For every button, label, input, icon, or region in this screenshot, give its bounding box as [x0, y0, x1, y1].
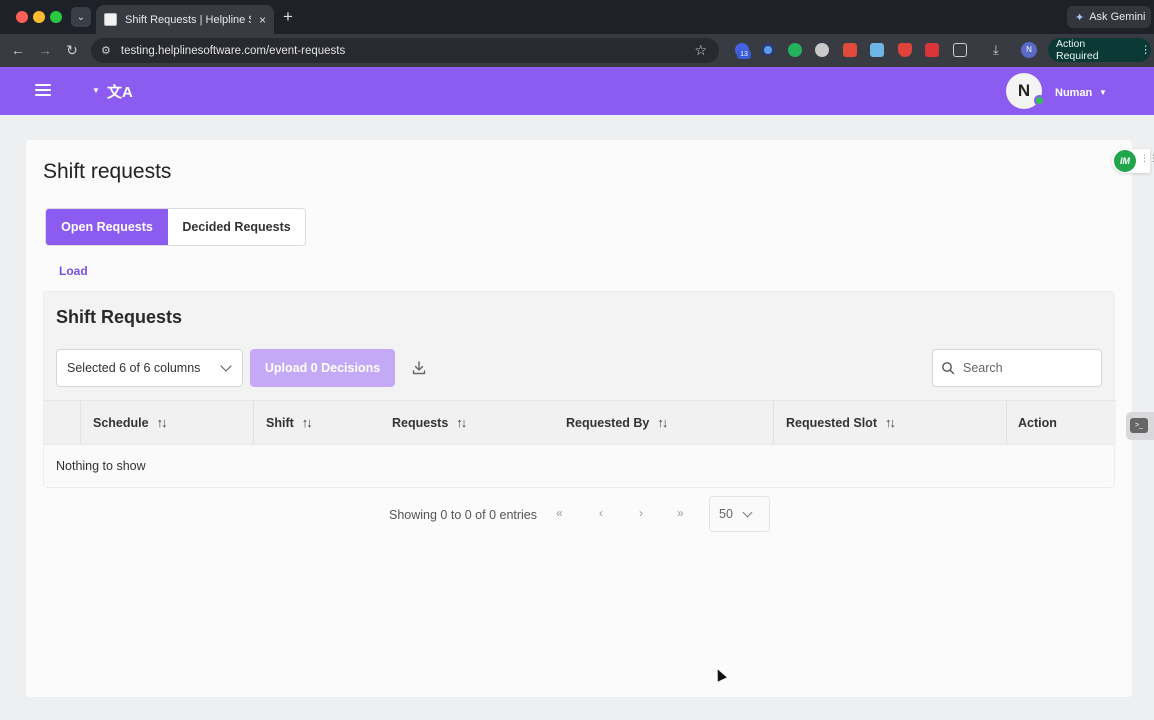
- bookmark-star-icon[interactable]: ☆: [694, 42, 707, 59]
- kebab-menu-icon[interactable]: ⋮: [1141, 44, 1152, 56]
- column-label: Shift: [266, 415, 294, 430]
- column-select-value: Selected 6 of 6 columns: [67, 361, 201, 375]
- extension-icon-5[interactable]: [843, 43, 857, 57]
- im-widget[interactable]: IM ⋮⋮: [1112, 149, 1154, 173]
- chevron-down-icon: [220, 360, 232, 372]
- forward-arrow-icon[interactable]: →: [36, 41, 54, 59]
- next-page-icon[interactable]: ›: [639, 506, 643, 520]
- pagination-info: Showing 0 to 0 of 0 entries: [389, 508, 538, 522]
- sort-icon[interactable]: ↑↓: [157, 415, 168, 430]
- last-page-icon[interactable]: »: [677, 506, 684, 520]
- column-header-requests[interactable]: Requests ↑↓: [392, 401, 467, 444]
- tab-title: Shift Requests | Helpline Soft: [125, 13, 251, 26]
- column-header-requested-by[interactable]: Requested By ↑↓: [566, 401, 668, 444]
- column-label: Schedule: [93, 415, 149, 430]
- column-divider: [253, 401, 254, 444]
- side-tool-button[interactable]: >_: [1126, 412, 1154, 440]
- search-box[interactable]: [932, 349, 1102, 387]
- page-title: Shift requests: [43, 160, 172, 183]
- column-header-schedule[interactable]: Schedule ↑↓: [93, 401, 168, 444]
- app-header: ▼ 文A N Numan ▼: [0, 67, 1154, 115]
- browser-toolbar: ← → ↻ ⚙ testing.helplinesoftware.com/eve…: [0, 34, 1154, 67]
- downloads-icon[interactable]: ⤓: [993, 42, 999, 58]
- extensions-puzzle-icon[interactable]: [953, 43, 967, 57]
- download-icon[interactable]: [410, 359, 428, 377]
- action-required-label: Action Required: [1056, 38, 1099, 62]
- column-label: Requested By: [566, 415, 650, 430]
- column-label: Requests: [392, 415, 449, 430]
- column-header-action: Action: [1018, 401, 1057, 444]
- sort-icon[interactable]: ↑↓: [657, 415, 668, 430]
- new-tab-button[interactable]: +: [283, 7, 293, 27]
- request-tabs: Open Requests Decided Requests: [45, 208, 306, 246]
- close-tab-icon[interactable]: ×: [259, 13, 266, 27]
- translate-icon[interactable]: 文A: [107, 81, 133, 102]
- im-logo: IM: [1114, 150, 1136, 172]
- ask-gemini-button[interactable]: ✦ Ask Gemini: [1067, 6, 1151, 28]
- extension-icon-3[interactable]: [788, 43, 802, 57]
- search-icon: [942, 362, 955, 375]
- search-input[interactable]: [963, 361, 1083, 375]
- close-window-button[interactable]: [16, 11, 28, 23]
- panel-title: Shift Requests: [56, 307, 183, 327]
- terminal-icon: >_: [1130, 418, 1148, 433]
- user-name[interactable]: Numan: [1055, 87, 1092, 99]
- page-size-select[interactable]: 50: [709, 496, 770, 532]
- chevron-down-icon: [742, 507, 753, 518]
- reload-icon[interactable]: ↻: [63, 41, 81, 59]
- extension-icon-2[interactable]: [761, 43, 775, 57]
- extension-icon-8[interactable]: [925, 43, 939, 57]
- favicon-icon: [104, 13, 117, 26]
- drag-grip-icon[interactable]: ⋮⋮: [1140, 154, 1154, 163]
- address-bar[interactable]: ⚙ testing.helplinesoftware.com/event-req…: [91, 38, 719, 63]
- column-divider: [80, 401, 81, 444]
- tab-decided-requests[interactable]: Decided Requests: [168, 209, 305, 245]
- column-divider: [773, 401, 774, 444]
- tab-open-requests[interactable]: Open Requests: [46, 209, 168, 245]
- column-label: Requested Slot: [786, 415, 877, 430]
- extension-icon-4[interactable]: [815, 43, 829, 57]
- action-required-button[interactable]: Action Required ⋮: [1048, 38, 1151, 62]
- browser-profile-avatar[interactable]: N: [1021, 42, 1037, 58]
- ask-gemini-label: Ask Gemini: [1089, 11, 1146, 23]
- minimize-window-button[interactable]: [33, 11, 45, 23]
- upload-decisions-button[interactable]: Upload 0 Decisions: [250, 349, 395, 387]
- gemini-sparkle-icon: ✦: [1075, 11, 1085, 24]
- back-arrow-icon[interactable]: ←: [9, 41, 27, 59]
- extension-count-badge: 13: [737, 50, 751, 59]
- column-select-dropdown[interactable]: Selected 6 of 6 columns: [56, 349, 243, 387]
- maximize-window-button[interactable]: [50, 11, 62, 23]
- load-link[interactable]: Load: [59, 264, 88, 278]
- column-header-requested-slot[interactable]: Requested Slot ↑↓: [786, 401, 896, 444]
- browser-tab-active[interactable]: Shift Requests | Helpline Soft ×: [96, 5, 274, 34]
- column-label: Action: [1018, 415, 1057, 430]
- browser-tab-bar: ⌄ Shift Requests | Helpline Soft × + ✦ A…: [0, 0, 1154, 34]
- column-header-shift[interactable]: Shift ↑↓: [266, 401, 313, 444]
- page-size-value: 50: [719, 507, 733, 521]
- user-menu-caret-icon[interactable]: ▼: [1099, 88, 1107, 97]
- extension-icon-7[interactable]: [898, 43, 912, 57]
- sort-icon[interactable]: ↑↓: [302, 415, 313, 430]
- url-text: testing.helplinesoftware.com/event-reque…: [120, 44, 346, 57]
- caret-down-icon[interactable]: ▼: [92, 86, 100, 95]
- tab-search-chevron-icon[interactable]: ⌄: [71, 7, 91, 27]
- sort-icon[interactable]: ↑↓: [456, 415, 467, 430]
- previous-page-icon[interactable]: ‹: [599, 506, 603, 520]
- online-status-dot: [1034, 95, 1045, 106]
- hamburger-menu-icon[interactable]: [35, 84, 51, 96]
- column-divider: [1006, 401, 1007, 444]
- extension-icon-6[interactable]: [870, 43, 884, 57]
- table-header: Schedule ↑↓ Shift ↑↓ Requests ↑↓ Request…: [44, 400, 1116, 444]
- site-settings-icon[interactable]: ⚙: [101, 44, 111, 57]
- sort-icon[interactable]: ↑↓: [885, 415, 896, 430]
- first-page-icon[interactable]: «: [556, 506, 563, 520]
- empty-table-row: Nothing to show: [44, 444, 1114, 487]
